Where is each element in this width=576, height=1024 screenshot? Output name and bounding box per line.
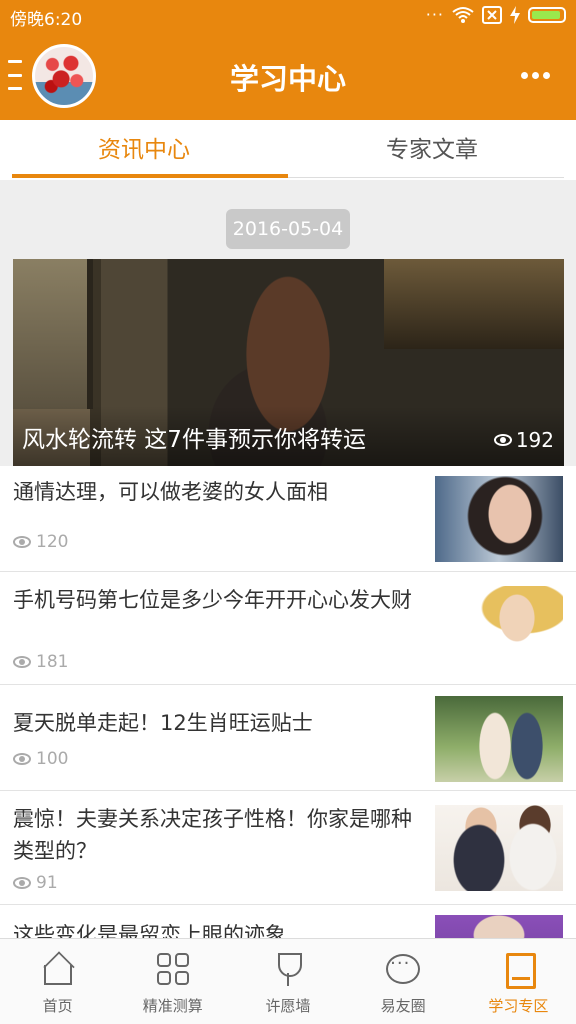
- list-item[interactable]: 震惊！夫妻关系决定孩子性格！你家是哪种类型的？ 91: [0, 791, 576, 905]
- charging-icon: [510, 6, 520, 24]
- tab-divider: [288, 177, 564, 178]
- nav-label: 首页: [42, 997, 73, 1015]
- battery-icon: [528, 7, 566, 23]
- list-item[interactable]: 通情达理，可以做老婆的女人面相 120: [0, 466, 576, 572]
- hero-title: 风水轮流转 这7件事预示你将转运: [22, 427, 366, 453]
- article-views: 181: [13, 652, 68, 672]
- hero-view-count: 192: [493, 428, 554, 452]
- list-item[interactable]: 这些变化是最留恋上眼的迹象: [0, 905, 576, 938]
- article-thumbnail: [435, 476, 563, 562]
- article-feed[interactable]: 2016-05-04 风水轮流转 这7件事预示你将转运 192 通情达理，可以做…: [0, 180, 576, 938]
- sim-icon: [482, 6, 502, 24]
- article-views-value: 100: [36, 749, 69, 769]
- more-options-icon[interactable]: [521, 72, 550, 79]
- app-bar: 学习中心: [0, 32, 576, 120]
- nav-label: 精准测算: [142, 997, 203, 1015]
- book-icon: [500, 951, 537, 989]
- article-title: 震惊！夫妻关系决定孩子性格！你家是哪种类型的？: [13, 807, 412, 863]
- tab-bar: 资讯中心 专家文章: [0, 120, 576, 180]
- nav-learning-zone[interactable]: 学习专区: [461, 939, 576, 1024]
- article-title: 通情达理，可以做老婆的女人面相: [13, 480, 328, 504]
- hero-image-window: [13, 259, 93, 409]
- views-icon: [13, 877, 31, 889]
- article-views-value: 120: [36, 532, 69, 552]
- list-item[interactable]: 手机号码第七位是多少今年开开心心发大财 181: [0, 572, 576, 685]
- bottom-navigation: 首页 精准测算 许愿墙 易友圈 学习专区: [0, 938, 576, 1024]
- status-time: 傍晚6:20: [10, 10, 83, 30]
- hero-article[interactable]: 风水轮流转 这7件事预示你将转运 192: [13, 259, 564, 466]
- chat-icon: [385, 951, 421, 987]
- views-icon: [493, 434, 512, 446]
- nav-precise-calculation[interactable]: 精准测算: [115, 939, 230, 1024]
- article-thumbnail: [435, 696, 563, 782]
- article-thumbnail: [435, 586, 563, 672]
- article-title: 夏天脱单走起！12生肖旺运贴士: [13, 711, 313, 735]
- nav-friends-circle[interactable]: 易友圈: [346, 939, 461, 1024]
- article-views: 100: [13, 749, 68, 769]
- tab-news-center[interactable]: 资讯中心: [0, 120, 288, 180]
- article-thumbnail: [435, 915, 563, 938]
- date-chip: 2016-05-04: [226, 209, 350, 249]
- hero-image-background: [384, 259, 564, 349]
- nav-home[interactable]: 首页: [0, 939, 115, 1024]
- views-icon: [13, 753, 31, 765]
- views-icon: [13, 536, 31, 548]
- nav-label: 易友圈: [380, 997, 426, 1015]
- nav-label: 许愿墙: [265, 997, 311, 1015]
- active-tab-indicator: [12, 174, 288, 178]
- notification-dots: ···: [425, 5, 444, 24]
- home-icon: [40, 951, 76, 987]
- tab-expert-articles[interactable]: 专家文章: [288, 120, 576, 180]
- tulip-icon: [270, 951, 306, 987]
- wifi-icon: [452, 7, 474, 23]
- app-header: 傍晚6:20 ··· 学习中心: [0, 0, 576, 120]
- article-views: 120: [13, 532, 68, 552]
- list-item[interactable]: 夏天脱单走起！12生肖旺运贴士 100: [0, 685, 576, 791]
- nav-label: 学习专区: [488, 997, 549, 1015]
- article-views-value: 91: [36, 873, 58, 893]
- status-icons: ···: [426, 6, 566, 24]
- article-title: 这些变化是最留恋上眼的迹象: [13, 923, 286, 938]
- article-views: 91: [13, 873, 58, 893]
- page-title: 学习中心: [229, 62, 346, 96]
- article-views-value: 181: [36, 652, 69, 672]
- article-thumbnail: [435, 805, 563, 891]
- nav-wish-wall[interactable]: 许愿墙: [230, 939, 345, 1024]
- grid-icon: [155, 951, 191, 987]
- views-icon: [13, 656, 31, 668]
- hero-views-value: 192: [515, 428, 554, 452]
- article-title: 手机号码第七位是多少今年开开心心发大财: [13, 588, 412, 612]
- status-bar: 傍晚6:20 ···: [0, 0, 576, 32]
